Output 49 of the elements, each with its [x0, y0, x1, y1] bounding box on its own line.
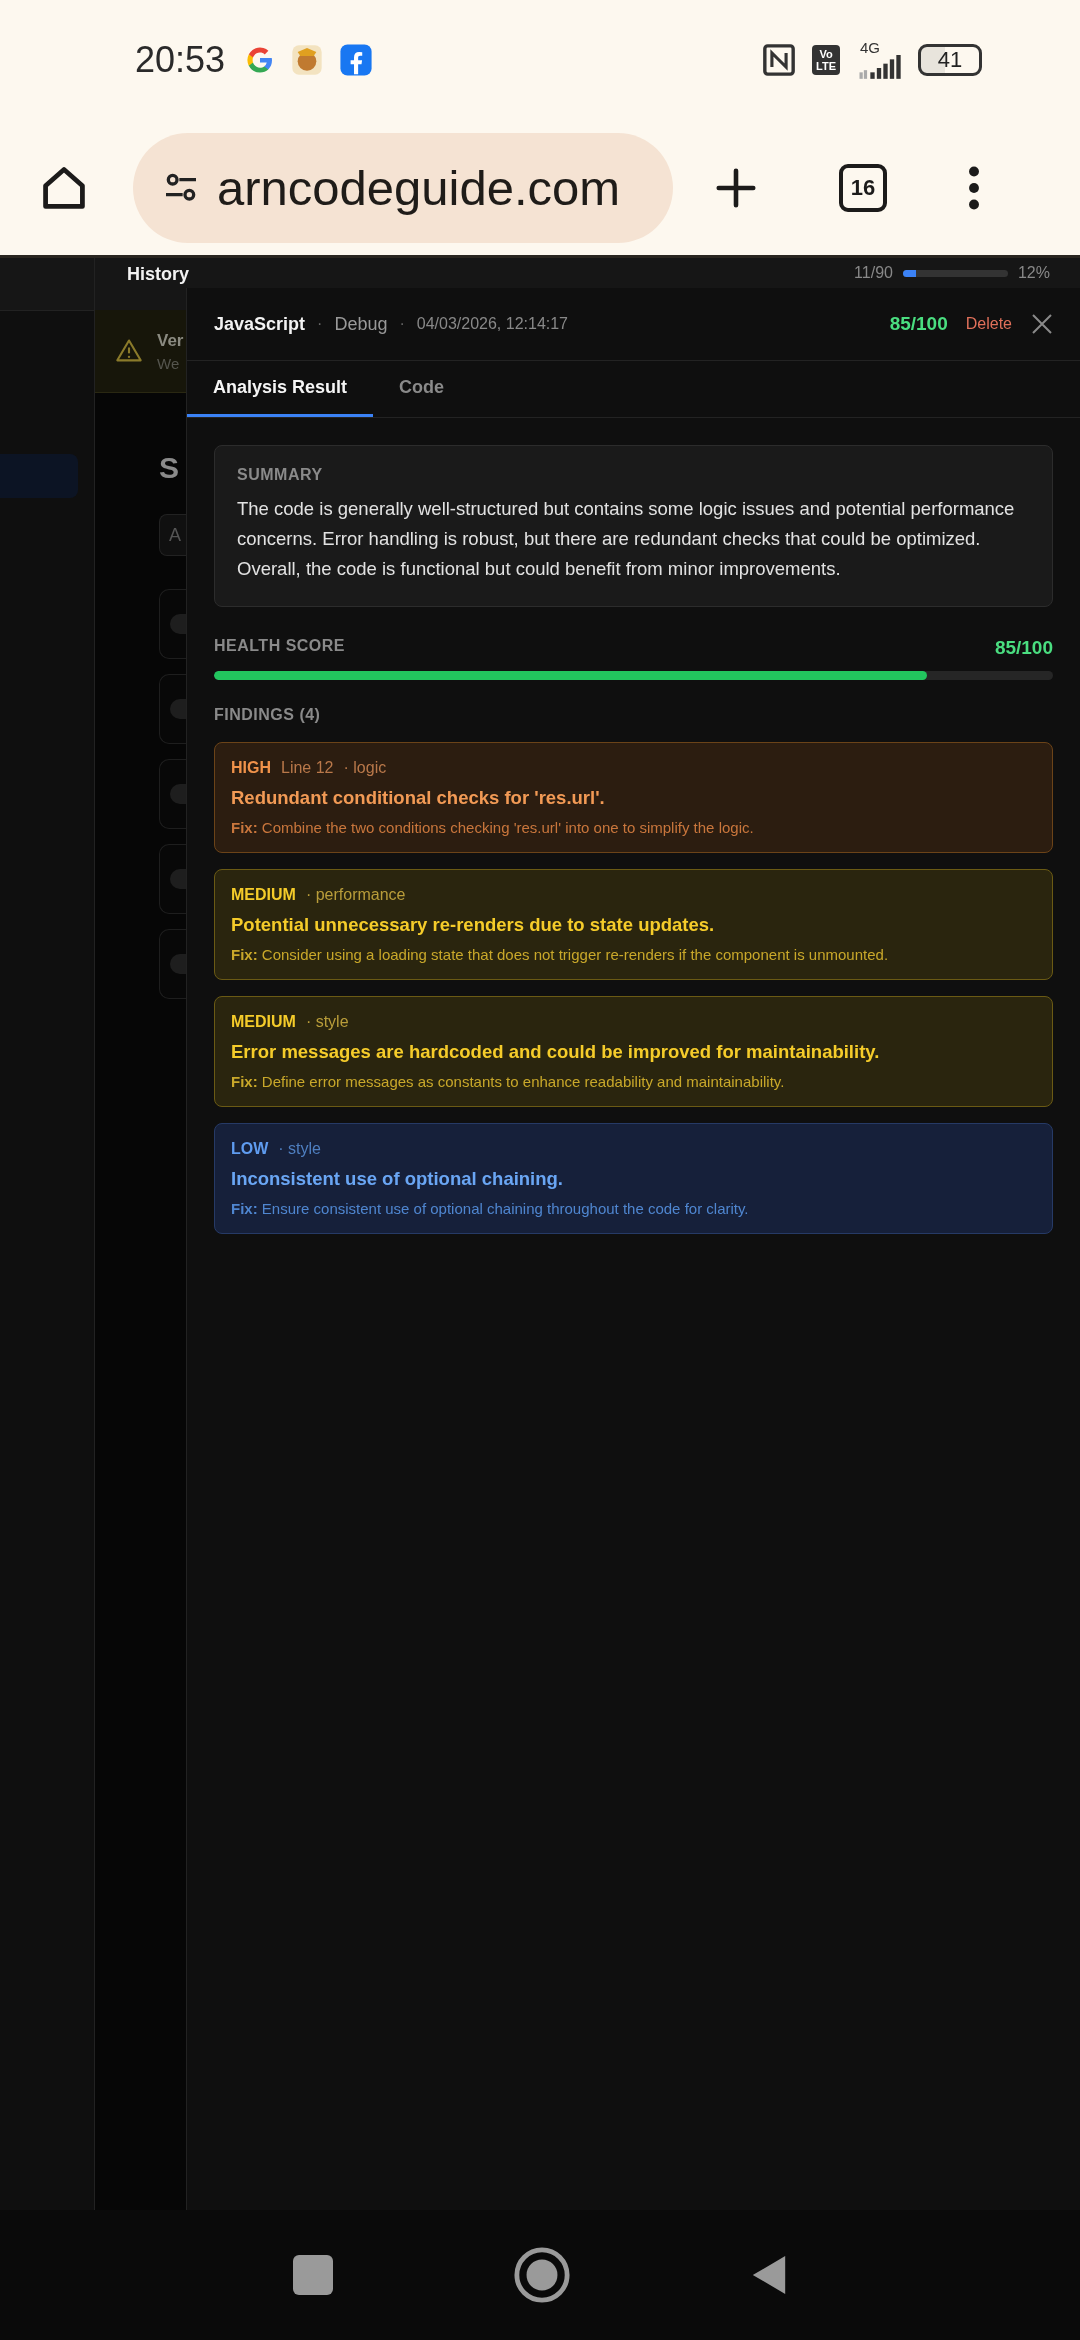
language-label: JavaScript [214, 313, 306, 335]
more-options-icon[interactable] [967, 165, 981, 210]
page-title: History [127, 264, 189, 285]
home-button[interactable] [513, 2246, 571, 2304]
health-score-value: 85/100 [994, 637, 1053, 659]
usage-percent: 12% [1017, 264, 1050, 282]
category-label: · logic [343, 759, 387, 777]
banner-text: We [157, 354, 181, 372]
fix-text: Fix: Consider using a loading state that does not trigger re-renders if the component is unmounted. [231, 946, 890, 963]
tab[interactable]: Code [373, 361, 471, 417]
summary-text: The code is generally well-structured but contains some logic issues and potential performance concerns. Error handling is robust, but there are redundant checks that could be optimized. Overall, the code is functional but could benefit from minor improvements. [237, 497, 1016, 581]
finding-title: Inconsistent use of optional chaining. [231, 1168, 564, 1190]
finding-title: Error messages are hardcoded and could be improved for maintainability. [231, 1041, 881, 1063]
category-label: · style [305, 1013, 349, 1031]
facebook-icon [339, 43, 374, 77]
fix-text: Fix: Ensure consistent use of optional chaining throughout the code for clarity. [231, 1200, 750, 1217]
address-bar[interactable]: arncodeguide.com [133, 132, 673, 243]
severity-label: MEDIUM [231, 1013, 296, 1031]
severity-label: LOW [231, 1140, 269, 1158]
separator-dot: · [317, 315, 323, 333]
category-label: · style [278, 1140, 321, 1158]
tab[interactable]: Analysis Result [187, 361, 374, 417]
severity-label: MEDIUM [231, 886, 296, 904]
finding-title: Redundant conditional checks for 'res.url'. [231, 787, 606, 809]
close-icon[interactable] [1030, 312, 1054, 336]
line-label: Line 12 [281, 759, 334, 777]
section-heading: S [159, 451, 179, 485]
banner-title: Ver [157, 330, 184, 351]
findings-label: FINDINGS (4) [214, 706, 322, 724]
delete-button[interactable]: Delete [959, 315, 1018, 333]
fix-text: Fix: Combine the two conditions checking 'res.url' into one to simplify the logic. [231, 819, 755, 836]
app-icon [291, 44, 324, 76]
date-label: 04/03/2026, 12:14:17 [416, 315, 568, 333]
mode-label: Debug [334, 313, 388, 335]
score-label: 85/100 [889, 313, 948, 335]
fix-text: Fix: Define error messages as constants to enhance readability and maintainability. [231, 1073, 786, 1090]
health-score-label: HEALTH SCORE [214, 637, 346, 656]
separator-dot: · [399, 315, 405, 333]
category-label: · performance [305, 886, 406, 904]
volte-badge: Vo LTE [812, 45, 840, 75]
nfc-icon [762, 43, 797, 77]
battery-indicator: 41 [918, 44, 982, 76]
finding-title: Potential unnecessary re-renders due to state updates. [231, 914, 716, 936]
network-type: 4G [860, 39, 880, 55]
clock-time: 20:53 [135, 39, 226, 81]
usage-count: 11/90 [854, 264, 893, 282]
tab-count-button[interactable]: 16 [839, 163, 887, 212]
summary-label: SUMMARY [237, 466, 324, 484]
severity-label: HIGH [231, 759, 271, 777]
